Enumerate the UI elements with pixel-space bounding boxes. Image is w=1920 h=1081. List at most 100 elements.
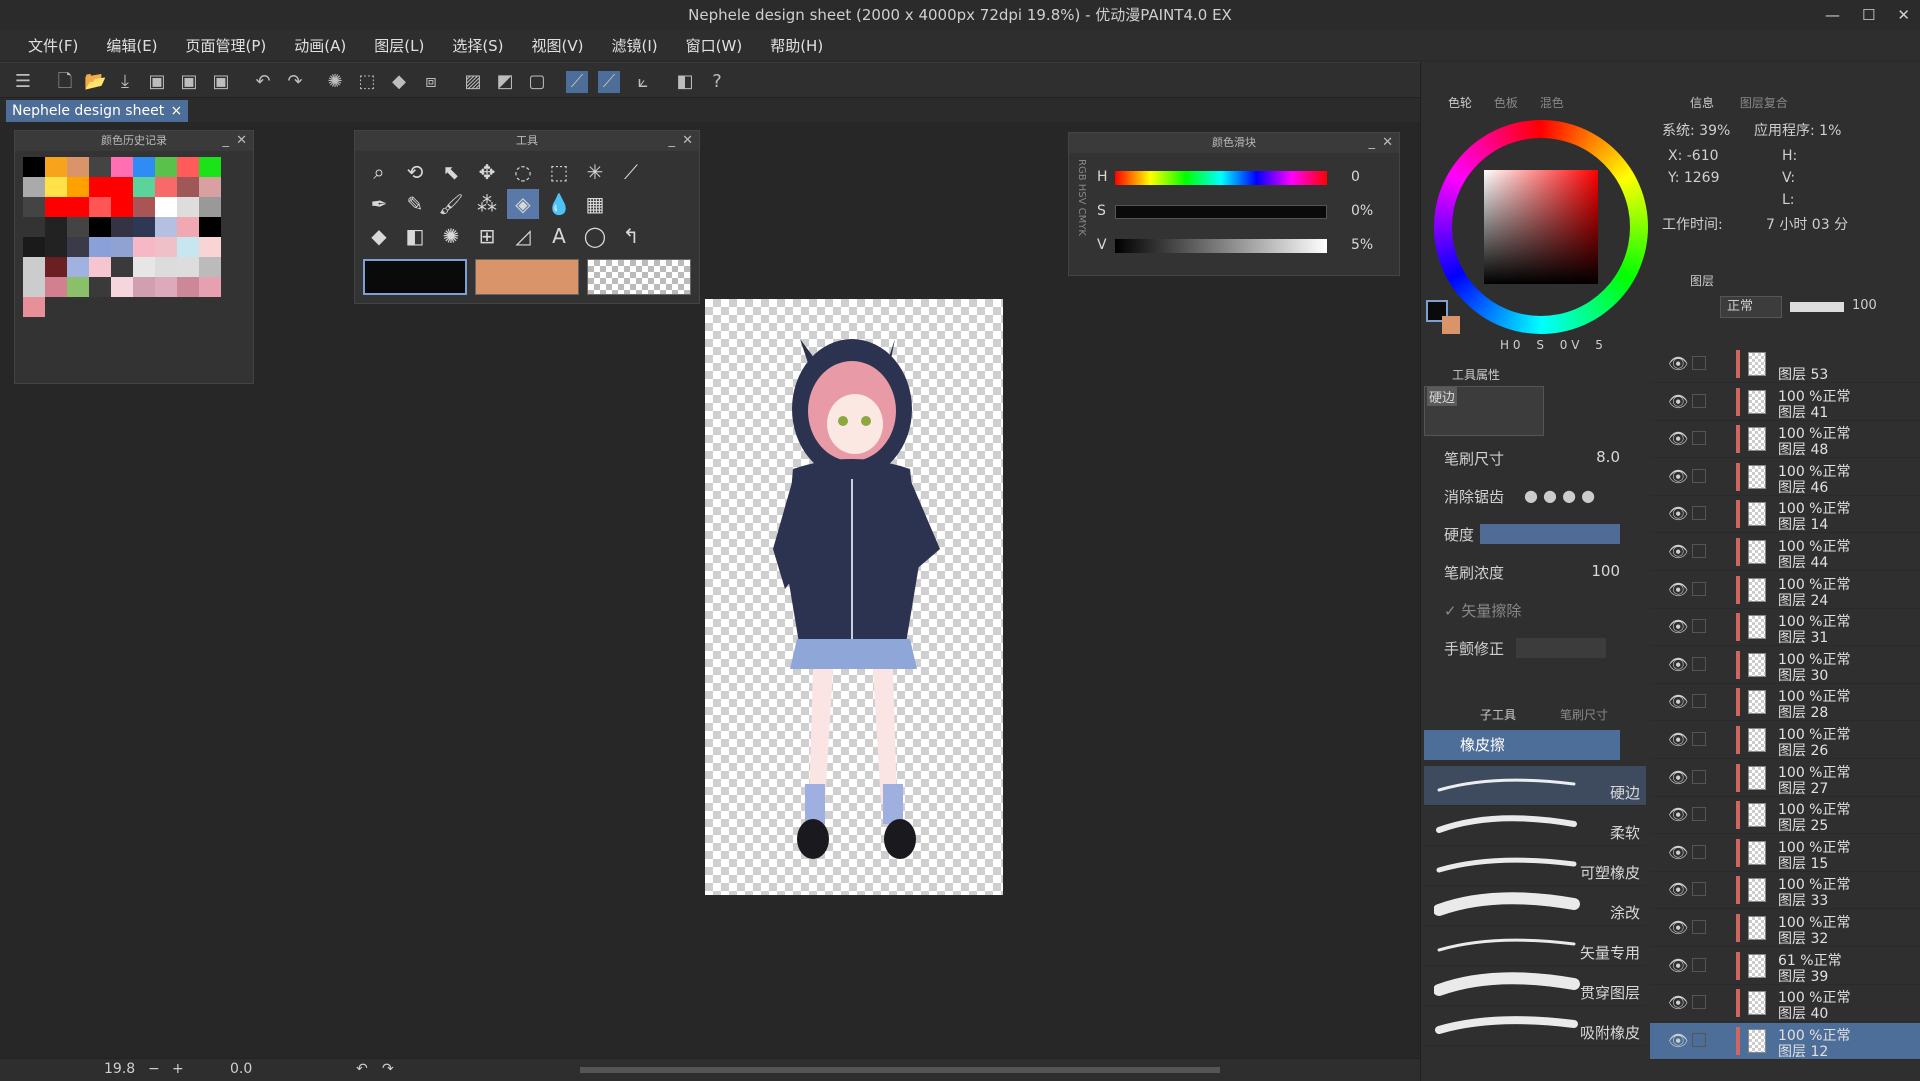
redo-icon[interactable]: ↷ — [284, 71, 306, 93]
color-swatch[interactable] — [133, 277, 155, 297]
visibility-eye-icon[interactable]: 👁 — [1668, 993, 1688, 1012]
color-swatch[interactable] — [111, 237, 133, 257]
transparent-color-chip[interactable] — [587, 259, 691, 295]
color-swatch[interactable] — [177, 177, 199, 197]
color-swatch[interactable] — [199, 237, 221, 257]
zoom-in-icon[interactable]: + — [172, 1061, 184, 1077]
blend-mode-select[interactable]: 正常 — [1720, 296, 1782, 318]
color-swatch[interactable] — [111, 197, 133, 217]
undo-icon[interactable]: ↶ — [252, 71, 274, 93]
export-jpg-icon[interactable]: ▣ — [146, 71, 168, 93]
color-swatch[interactable] — [111, 217, 133, 237]
antialias-options-icon[interactable]: ● ● ● ● — [1524, 486, 1595, 505]
lock-checkbox[interactable] — [1692, 957, 1706, 972]
rotate-tool-icon[interactable]: ⟲ — [399, 157, 431, 187]
color-swatch[interactable] — [23, 237, 45, 257]
lock-checkbox[interactable] — [1692, 356, 1706, 370]
sub-tool-brush[interactable]: 贯穿图层 — [1424, 966, 1646, 1006]
crop-icon[interactable]: ▢ — [526, 71, 548, 93]
density-row[interactable]: 笔刷浓度 100 — [1424, 554, 1644, 588]
grid-snap-icon[interactable]: ⟀ — [632, 71, 654, 93]
lock-checkbox[interactable] — [1692, 431, 1706, 446]
rotate-left-icon[interactable]: ↶ — [356, 1061, 368, 1077]
color-swatch[interactable] — [111, 157, 133, 177]
color-swatch[interactable] — [23, 197, 45, 217]
visibility-eye-icon[interactable]: 👁 — [1668, 768, 1688, 787]
layer-row[interactable]: 👁 100 %正常 图层 32 — [1650, 910, 1920, 947]
stabilization-row[interactable]: 手颤修正 — [1424, 630, 1644, 664]
tab-sub-tool[interactable]: 子工具 — [1480, 706, 1516, 723]
lock-checkbox[interactable] — [1692, 769, 1706, 784]
tab-color-wheel[interactable]: 色轮 — [1448, 96, 1472, 110]
object-tool-icon[interactable]: ⬉ — [435, 157, 467, 187]
color-swatch[interactable] — [155, 277, 177, 297]
color-swatch[interactable] — [89, 197, 111, 217]
menu-filter[interactable]: 滤镜(I) — [598, 35, 672, 56]
menu-select[interactable]: 选择(S) — [438, 35, 517, 56]
close-icon[interactable]: ✕ — [236, 131, 247, 151]
angle-value[interactable]: 0.0 — [230, 1061, 252, 1077]
color-swatch[interactable] — [177, 197, 199, 217]
lock-checkbox[interactable] — [1692, 656, 1706, 671]
hue-slider[interactable] — [1115, 171, 1327, 185]
layer-row[interactable]: 👁 100 %正常 图层 30 — [1650, 647, 1920, 684]
layer-row[interactable]: 👁 100 %正常 图层 40 — [1650, 985, 1920, 1023]
text-tool-icon[interactable]: A — [543, 221, 575, 251]
pen-tool-icon[interactable]: ✒ — [363, 189, 395, 219]
color-swatch[interactable] — [111, 177, 133, 197]
reference-icon[interactable]: ◧ — [674, 71, 696, 93]
tab-color-set[interactable]: 色板 — [1494, 96, 1518, 110]
visibility-eye-icon[interactable]: 👁 — [1668, 655, 1688, 674]
menu-layer[interactable]: 图层(L) — [360, 35, 438, 56]
rotate-right-icon[interactable]: ↷ — [382, 1061, 394, 1077]
color-swatch[interactable] — [155, 157, 177, 177]
layer-row[interactable]: 👁 100 %正常 图层 15 — [1650, 835, 1920, 872]
sub-tool-brush[interactable]: 柔软 — [1424, 806, 1646, 846]
layer-row[interactable]: 👁 100 %正常 图层 24 — [1650, 572, 1920, 609]
zoom-tool-icon[interactable]: ⌕ — [363, 157, 395, 187]
speedline-tool-icon[interactable]: ✺ — [435, 221, 467, 251]
lock-checkbox[interactable] — [1692, 1032, 1706, 1047]
layer-row[interactable]: 👁 100 %正常 图层 12 — [1650, 1022, 1920, 1060]
color-swatch[interactable] — [23, 297, 45, 317]
visibility-eye-icon[interactable]: 👁 — [1668, 354, 1688, 373]
layer-row[interactable]: 👁 100 %正常 图层 48 — [1650, 421, 1920, 459]
menu-window[interactable]: 窗口(W) — [672, 35, 757, 56]
export-png-icon[interactable]: ▣ — [178, 71, 200, 93]
color-swatch[interactable] — [199, 277, 221, 297]
fill-icon[interactable]: ◆ — [388, 71, 410, 93]
color-swatch[interactable] — [67, 177, 89, 197]
brush-size-row[interactable]: 笔刷尺寸 8.0 — [1424, 440, 1644, 474]
wheel-sub-color[interactable] — [1442, 316, 1460, 334]
color-swatch[interactable] — [133, 197, 155, 217]
color-swatch[interactable] — [45, 177, 67, 197]
lock-checkbox[interactable] — [1692, 882, 1706, 897]
color-swatch[interactable] — [67, 197, 89, 217]
mask-icon[interactable]: ◩ — [494, 71, 516, 93]
color-swatch[interactable] — [155, 237, 177, 257]
open-folder-icon[interactable]: 📂 — [84, 71, 106, 93]
tab-layer-comp[interactable]: 图层复合 — [1740, 96, 1788, 110]
color-swatch[interactable] — [199, 257, 221, 277]
clear-icon[interactable]: ▨ — [462, 71, 484, 93]
special-ruler-icon[interactable]: ⟋ — [598, 71, 620, 93]
visibility-eye-icon[interactable]: 👁 — [1668, 692, 1688, 711]
visibility-eye-icon[interactable]: 👁 — [1668, 730, 1688, 749]
color-swatch[interactable] — [133, 177, 155, 197]
visibility-eye-icon[interactable]: 👁 — [1668, 580, 1688, 599]
minimize-button[interactable]: — — [1825, 6, 1840, 24]
balloon-tool-icon[interactable]: ◯ — [579, 221, 611, 251]
color-swatch[interactable] — [177, 217, 199, 237]
lock-checkbox[interactable] — [1692, 807, 1706, 822]
pattern-tool-icon[interactable]: ▦ — [579, 189, 611, 219]
hamburger-icon[interactable]: ☰ — [12, 71, 34, 93]
color-swatch[interactable] — [199, 197, 221, 217]
selection-tool-icon[interactable]: ⬚ — [543, 157, 575, 187]
color-swatch[interactable] — [177, 237, 199, 257]
ruler-snap-icon[interactable]: ⟋ — [566, 71, 588, 93]
color-swatch[interactable] — [133, 237, 155, 257]
color-swatch[interactable] — [67, 157, 89, 177]
layer-row[interactable]: 👁 100 %正常 图层 27 — [1650, 760, 1920, 797]
color-swatch[interactable] — [89, 277, 111, 297]
color-swatch[interactable] — [177, 277, 199, 297]
